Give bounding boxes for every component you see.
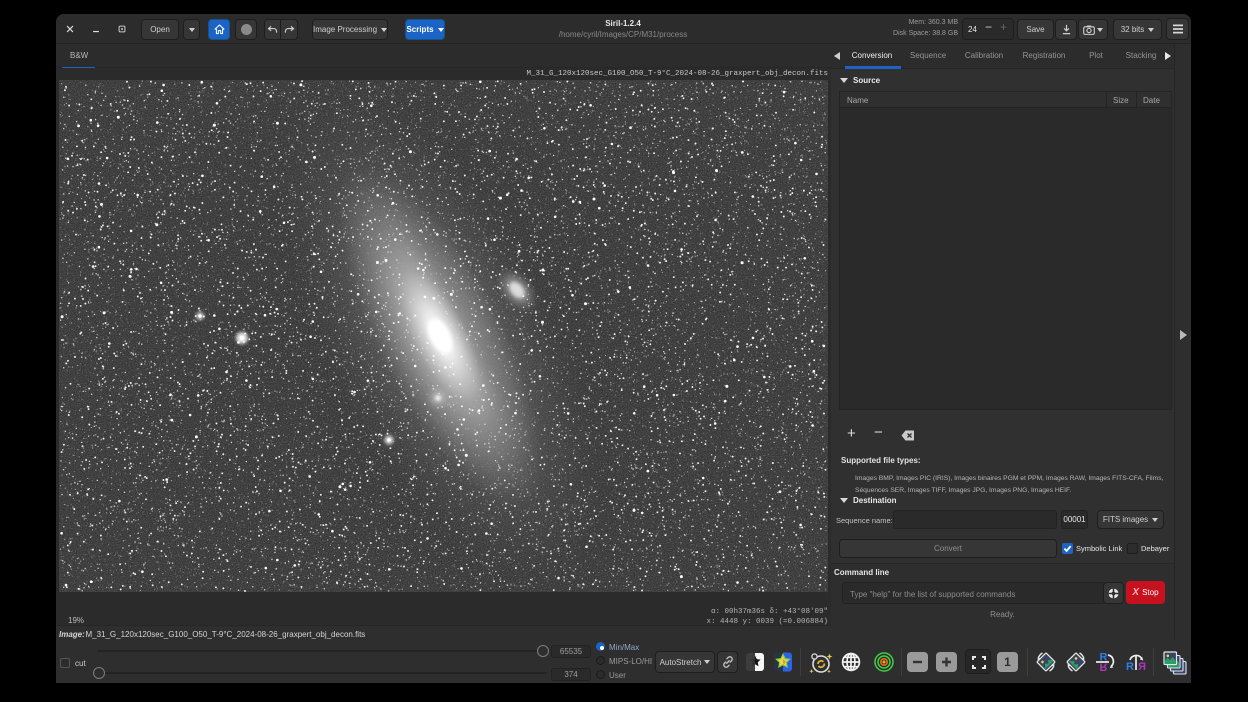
svg-text:R: R: [1138, 661, 1146, 673]
svg-text:R: R: [1126, 661, 1134, 673]
